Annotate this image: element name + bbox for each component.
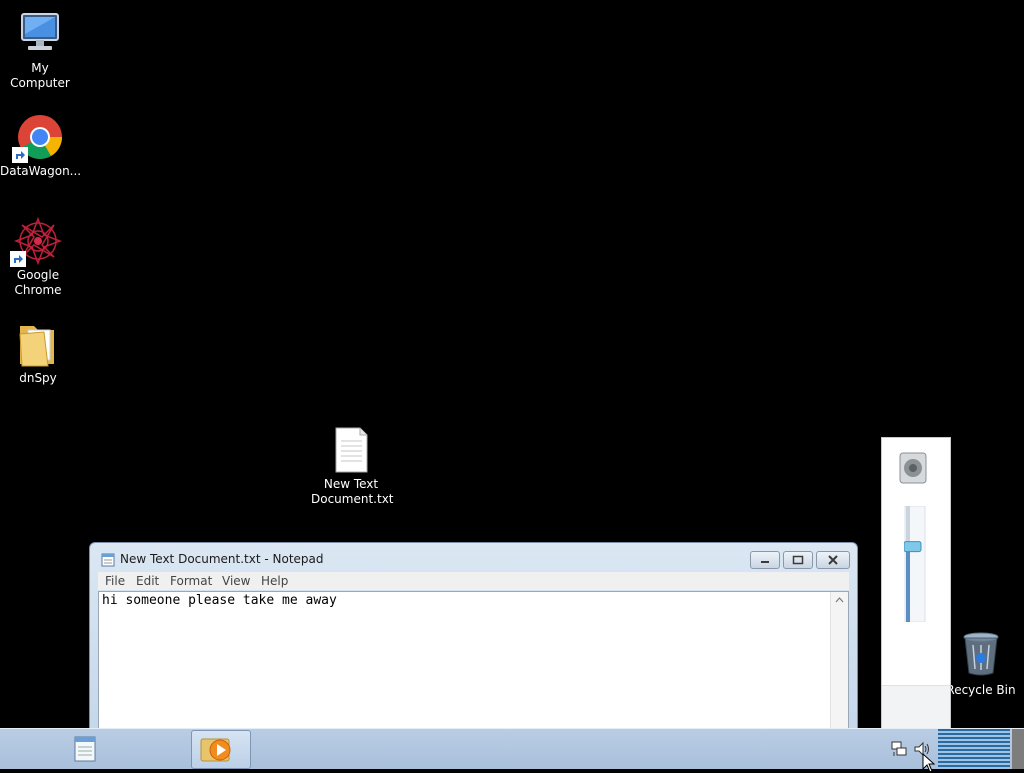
notepad-icon [101,553,115,567]
show-desktop-button[interactable] [938,729,1010,769]
minimize-button[interactable] [750,551,780,569]
red-star-icon [10,216,63,267]
minimize-icon [761,561,769,563]
vertical-scrollbar[interactable] [830,592,848,743]
recycle-bin-icon [961,631,1001,676]
desktop-icon-my-computer[interactable]: My Computer [0,10,80,91]
text-file-icon [327,426,375,474]
desktop-icon-label: My Computer [10,61,70,90]
computer-icon [16,10,64,58]
desktop-icon-label: New Text Document.txt [311,477,394,506]
desktop-icon-label: Google Chrome [14,268,62,297]
network-icon[interactable] [890,740,908,758]
media-player-icon [200,738,231,762]
desktop-icon-google-chrome[interactable]: Google Chrome [0,216,78,298]
taskbar-button-media-player[interactable] [191,730,251,769]
maximize-icon [792,555,804,565]
volume-slider[interactable] [903,505,926,623]
menu-edit[interactable]: Edit [136,574,159,588]
window-title: New Text Document.txt - Notepad [120,552,324,566]
volume-slider-thumb[interactable] [903,541,922,553]
menu-view[interactable]: View [222,574,250,588]
chrome-icon [12,113,64,163]
folder-icon [14,320,62,368]
menu-help[interactable]: Help [261,574,288,588]
volume-popup [881,437,951,729]
desktop-icon-new-text-document[interactable]: New Text Document.txt [311,426,394,507]
shortcut-arrow-icon [12,147,28,163]
scroll-up-arrow-icon[interactable] [831,593,848,607]
mouse-cursor-icon [922,753,936,773]
taskbar [0,728,1024,773]
menu-file[interactable]: File [105,574,125,588]
notepad-icon [74,736,96,762]
shortcut-arrow-icon [10,251,26,267]
volume-popup-footer [882,685,950,728]
close-icon [828,555,838,565]
menu-format[interactable]: Format [170,574,212,588]
menu-bar: File Edit Format View Help [98,572,849,590]
desktop-icon-recycle-bin[interactable]: Recycle Bin [943,631,1019,698]
desktop-icon-label: Recycle Bin [946,683,1016,697]
desktop-icon-label: DataWagon... [0,164,82,178]
document-text[interactable]: hi someone please take me away [102,593,337,608]
maximize-button[interactable] [783,551,813,569]
desktop-icon-datawagon[interactable]: DataWagon... [0,113,82,179]
speaker-device-icon[interactable] [898,451,930,485]
desktop-icon-label: dnSpy [19,371,57,385]
text-editor-area[interactable]: hi someone please take me away [98,591,849,743]
taskbar-button-notepad[interactable] [57,730,115,767]
notepad-window[interactable]: New Text Document.txt - Notepad File Edi… [89,542,858,744]
desktop-icon-dnspy[interactable]: dnSpy [0,320,78,386]
close-button[interactable] [816,551,850,569]
taskbar-edge [1012,729,1024,769]
